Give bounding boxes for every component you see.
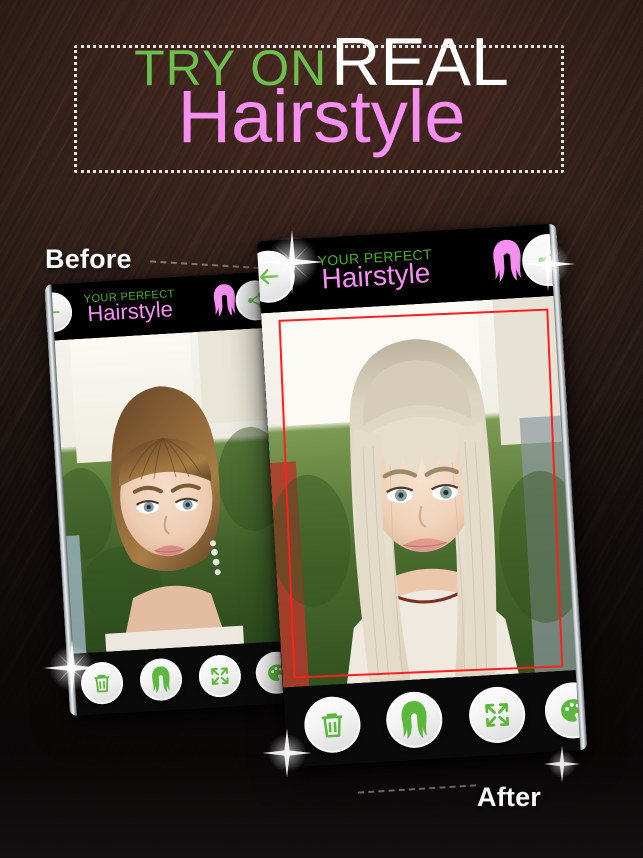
color-button[interactable]: [543, 682, 581, 741]
caption-before: Before: [45, 244, 132, 274]
photo-after-artwork: [260, 295, 583, 688]
hair-silhouette-icon: [211, 282, 239, 322]
toolbar-before: [66, 641, 288, 717]
photo-before-artwork: [47, 327, 284, 655]
delete-button[interactable]: [302, 695, 363, 755]
four-way-arrows-icon: [211, 667, 229, 685]
toolbar-slot: [290, 694, 375, 755]
toolbar-slot: [71, 660, 133, 706]
delete-button[interactable]: [79, 660, 124, 706]
phone-before: YOUR PERFECT Hairstyle: [44, 271, 288, 717]
four-way-arrows-icon: [484, 702, 509, 727]
caption-after: After: [477, 782, 542, 812]
toolbar-slot: [248, 651, 284, 695]
hair-silhouette-icon: [151, 666, 170, 694]
color-button[interactable]: [254, 651, 284, 695]
transform-button[interactable]: [467, 685, 527, 745]
photo-before: [47, 327, 284, 655]
hair-silhouette-icon: [402, 701, 428, 740]
trash-icon: [322, 713, 343, 738]
headline: TRY ONREAL Hairstyle: [0, 28, 643, 154]
toolbar-slot: [130, 657, 192, 702]
toolbar-slot: [372, 689, 457, 750]
phone-before-screen: YOUR PERFECT Hairstyle: [44, 271, 288, 717]
hairstyle-button[interactable]: [385, 690, 445, 750]
phone-after-screen: YOUR PERFECT Hairstyle: [256, 223, 588, 768]
phone-after: YOUR PERFECT Hairstyle: [256, 223, 588, 768]
toolbar-slot: [189, 653, 251, 699]
toolbar-slot: [536, 682, 581, 741]
headline-hairstyle: Hairstyle: [177, 75, 466, 158]
photo-after: [260, 295, 583, 688]
hair-silhouette-icon: [489, 237, 526, 288]
back-arrow-icon: [259, 269, 279, 285]
hairstyle-button[interactable]: [138, 657, 183, 702]
trash-icon: [93, 674, 109, 693]
transform-button[interactable]: [197, 653, 242, 699]
palette-icon: [267, 664, 284, 681]
screenshot-stage: TRY ONREAL Hairstyle Before After YOUR P…: [0, 0, 643, 858]
toolbar-slot: [454, 685, 539, 746]
